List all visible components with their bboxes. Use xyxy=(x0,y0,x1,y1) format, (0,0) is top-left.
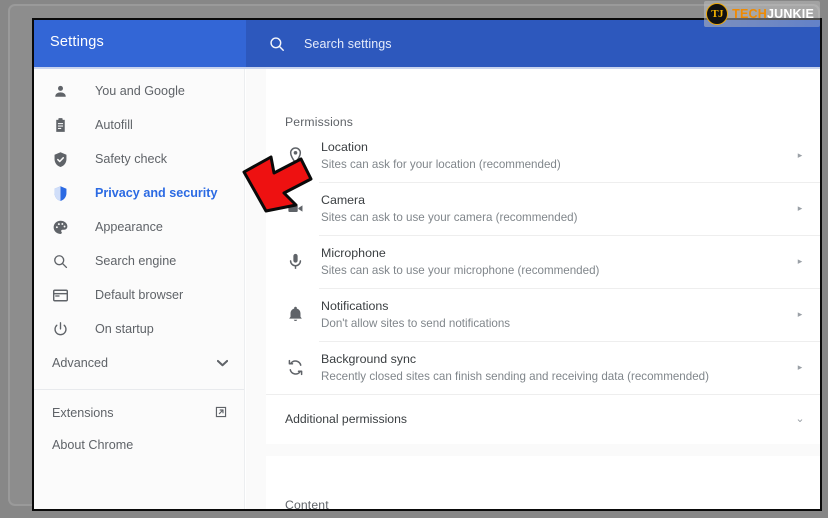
watermark-text-junkie: JUNKIE xyxy=(766,7,814,21)
permission-subtitle: Don't allow sites to send notifications xyxy=(321,316,511,330)
permission-subtitle: Sites can ask to use your microphone (re… xyxy=(321,263,600,277)
permissions-card: Permissions Location Sites can ask for y… xyxy=(266,69,820,509)
magnifier-icon xyxy=(52,253,69,270)
permission-title: Notifications xyxy=(321,298,389,313)
page-title: Settings xyxy=(50,34,104,50)
watermark-text-tech: TECH xyxy=(732,7,767,21)
permission-row-notifications[interactable]: Notifications Don't allow sites to send … xyxy=(266,288,820,341)
chevron-down-icon[interactable]: ⌄ xyxy=(793,413,807,425)
row-divider xyxy=(319,235,820,236)
permission-subtitle: Recently closed sites can finish sending… xyxy=(321,369,709,383)
shield-check-icon xyxy=(52,151,69,168)
permission-row-microphone[interactable]: Microphone Sites can ask to use your mic… xyxy=(266,235,820,288)
section-gap xyxy=(266,444,820,456)
content-section-title: Content xyxy=(285,498,329,509)
settings-sidebar: You and Google Autofill Safety check Pri… xyxy=(34,69,245,509)
search-icon xyxy=(268,35,286,53)
sidebar-item-label: Safety check xyxy=(95,152,168,166)
screenshot-root: Settings Search settings You and Google … xyxy=(0,0,828,518)
techjunkie-watermark: TJ TECH JUNKIE xyxy=(704,1,820,27)
sidebar-item-label: Autofill xyxy=(95,118,133,132)
sidebar-item-label: Appearance xyxy=(95,220,163,234)
sync-icon xyxy=(285,358,305,378)
permission-text: Background sync Recently closed sites ca… xyxy=(321,351,793,385)
sidebar-item-appearance[interactable]: Appearance xyxy=(34,210,244,244)
row-divider xyxy=(266,394,820,395)
window-outer-frame: Settings Search settings You and Google … xyxy=(8,4,822,511)
sidebar-item-on-startup[interactable]: On startup xyxy=(34,312,244,346)
chevron-right-icon[interactable]: ▸ xyxy=(793,310,807,319)
additional-permissions-label: Additional permissions xyxy=(285,412,407,426)
row-divider xyxy=(319,288,820,289)
sidebar-item-label: You and Google xyxy=(95,84,185,98)
microphone-icon xyxy=(285,252,305,272)
additional-permissions-row[interactable]: Additional permissions ⌄ xyxy=(266,394,820,444)
chevron-right-icon[interactable]: ▸ xyxy=(793,151,807,160)
row-divider xyxy=(319,341,820,342)
shield-blue-icon xyxy=(52,185,69,202)
chrome-settings-window: Settings Search settings You and Google … xyxy=(32,18,822,511)
sidebar-item-you-and-google[interactable]: You and Google xyxy=(34,74,244,108)
search-settings-bar[interactable]: Search settings xyxy=(246,20,820,67)
permission-title: Camera xyxy=(321,192,366,207)
sidebar-item-autofill[interactable]: Autofill xyxy=(34,108,244,142)
sidebar-item-label: Search engine xyxy=(95,254,177,268)
techjunkie-badge-text: TJ xyxy=(711,8,724,20)
permission-text: Microphone Sites can ask to use your mic… xyxy=(321,245,793,279)
sidebar-item-label: On startup xyxy=(95,322,154,336)
person-icon xyxy=(52,83,69,100)
sidebar-advanced-label: Advanced xyxy=(52,356,109,370)
sidebar-divider xyxy=(34,389,244,390)
sidebar-item-label: Privacy and security xyxy=(95,186,218,200)
permission-text: Notifications Don't allow sites to send … xyxy=(321,298,793,332)
sidebar-item-advanced[interactable]: Advanced xyxy=(34,346,244,380)
sidebar-item-safety-check[interactable]: Safety check xyxy=(34,142,244,176)
permission-row-location[interactable]: Location Sites can ask for your location… xyxy=(266,129,820,182)
chevron-right-icon[interactable]: ▸ xyxy=(793,204,807,213)
bell-icon xyxy=(285,305,305,325)
permission-title: Background sync xyxy=(321,351,417,366)
permission-title: Microphone xyxy=(321,245,386,260)
chevron-right-icon[interactable]: ▸ xyxy=(793,257,807,266)
browser-window-icon xyxy=(52,287,69,304)
video-camera-icon xyxy=(285,199,305,219)
sidebar-item-label: Default browser xyxy=(95,288,184,302)
permission-text: Location Sites can ask for your location… xyxy=(321,139,793,173)
chevron-down-icon xyxy=(216,356,229,370)
sidebar-item-default-browser[interactable]: Default browser xyxy=(34,278,244,312)
row-divider xyxy=(319,182,820,183)
techjunkie-badge-icon: TJ xyxy=(706,3,729,25)
location-pin-icon xyxy=(285,146,305,166)
search-input-placeholder[interactable]: Search settings xyxy=(304,37,392,51)
permission-text: Camera Sites can ask to use your camera … xyxy=(321,192,793,226)
power-icon xyxy=(52,321,69,338)
clipboard-icon xyxy=(52,117,69,134)
chevron-right-icon[interactable]: ▸ xyxy=(793,363,807,372)
permission-row-camera[interactable]: Camera Sites can ask to use your camera … xyxy=(266,182,820,235)
sidebar-about-label: About Chrome xyxy=(52,438,134,452)
external-link-icon xyxy=(214,405,228,422)
permissions-section-title: Permissions xyxy=(285,115,354,129)
palette-icon xyxy=(52,219,69,236)
permission-subtitle: Sites can ask to use your camera (recomm… xyxy=(321,210,578,224)
permission-title: Location xyxy=(321,139,368,154)
permission-subtitle: Sites can ask for your location (recomme… xyxy=(321,157,561,171)
sidebar-extensions-label: Extensions xyxy=(52,406,114,420)
sidebar-item-search-engine[interactable]: Search engine xyxy=(34,244,244,278)
settings-header-bar: Settings Search settings xyxy=(34,20,820,67)
sidebar-item-extensions[interactable]: Extensions xyxy=(34,397,244,429)
sidebar-item-privacy-and-security[interactable]: Privacy and security xyxy=(34,176,244,210)
settings-content-area: Permissions Location Sites can ask for y… xyxy=(246,69,820,509)
sidebar-item-about-chrome[interactable]: About Chrome xyxy=(34,429,244,461)
permission-row-background-sync[interactable]: Background sync Recently closed sites ca… xyxy=(266,341,820,394)
